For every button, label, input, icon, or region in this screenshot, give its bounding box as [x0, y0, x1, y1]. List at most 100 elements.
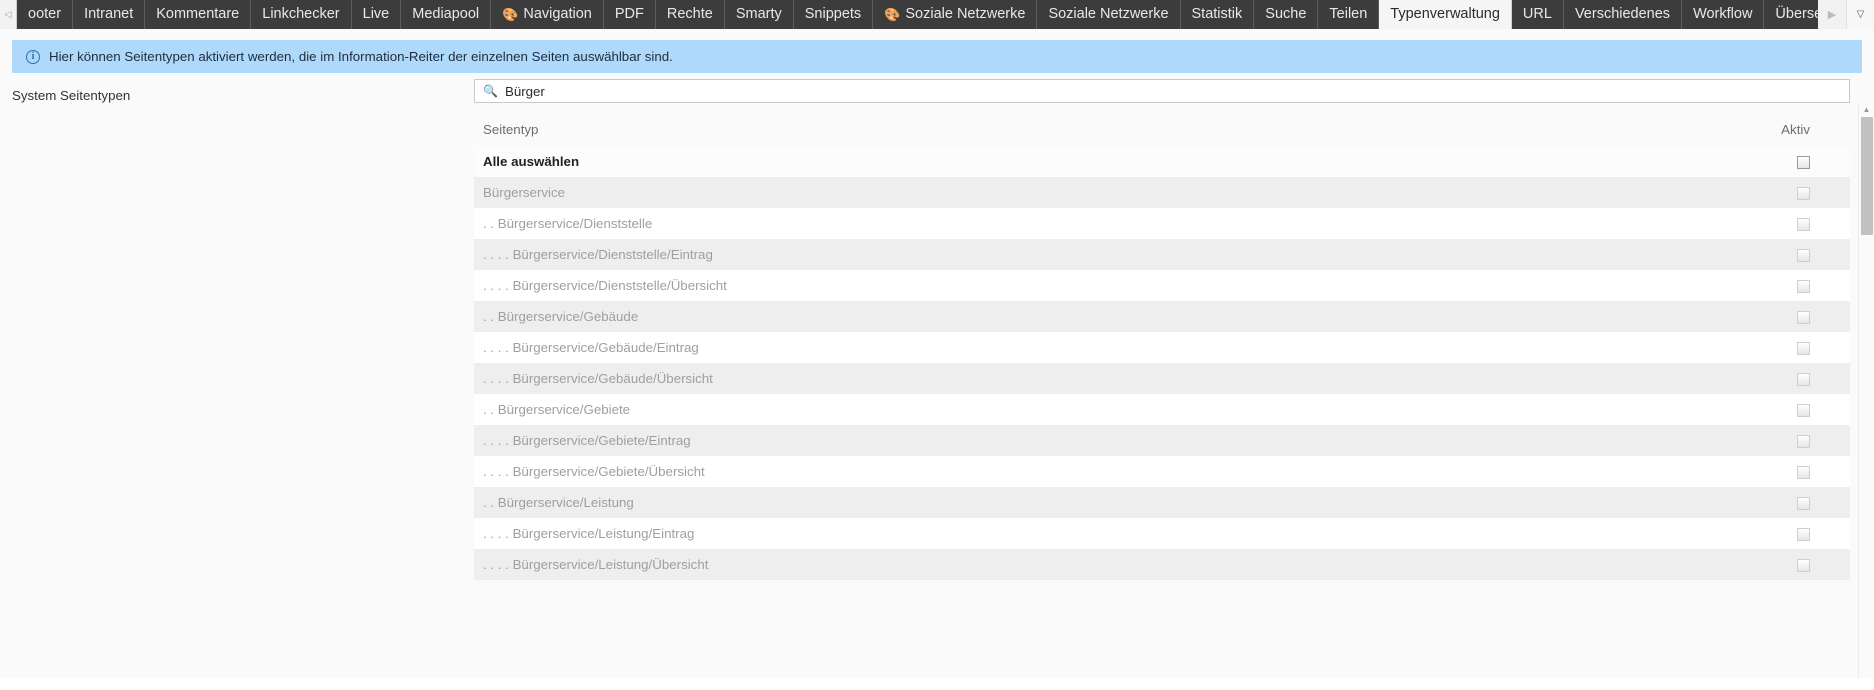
table-row[interactable]: . . Bürgerservice/Dienststelle [474, 208, 1850, 239]
cell-aktiv [1730, 394, 1850, 425]
cell-seitentyp: . . Bürgerservice/Gebiete [474, 394, 1730, 425]
table-row[interactable]: . . Bürgerservice/Gebäude [474, 301, 1850, 332]
table-head: Seitentyp Aktiv [474, 116, 1850, 146]
table-row[interactable]: . . . . Bürgerservice/Leistung/Übersicht [474, 549, 1850, 580]
cell-aktiv [1730, 332, 1850, 363]
tab-label: URL [1522, 6, 1552, 23]
search-input[interactable] [504, 83, 1841, 99]
page-type-label: Bürgerservice/Gebiete/Eintrag [512, 433, 691, 448]
cell-aktiv [1730, 549, 1850, 580]
scrollbar-track[interactable] [1860, 117, 1874, 663]
info-banner-wrapper: i Hier können Seitentypen aktiviert werd… [0, 29, 1874, 73]
table-row[interactable]: . . . . Bürgerservice/Gebiete/Eintrag [474, 425, 1850, 456]
scrollbar-thumb[interactable] [1861, 117, 1873, 235]
tab-scroll-left-button[interactable]: ◁ [0, 0, 17, 29]
vertical-scrollbar[interactable]: ▲ [1858, 102, 1874, 678]
cell-aktiv [1730, 363, 1850, 394]
row-checkbox [1797, 527, 1810, 541]
indent-dots: . . [483, 495, 498, 510]
tab-teilen[interactable]: Teilen [1318, 0, 1380, 29]
table-row[interactable]: . . . . Bürgerservice/Dienststelle/Übers… [474, 270, 1850, 301]
tab-live[interactable]: Live [351, 0, 402, 29]
row-checkbox [1797, 248, 1810, 262]
row-checkbox [1797, 310, 1810, 324]
tab-bar: ◁ ooter Intranet Kommentare Linkchecker Live… [0, 0, 1874, 29]
indent-dots: . . . . [483, 340, 513, 355]
table-row[interactable]: . . Bürgerservice/Gebiete [474, 394, 1850, 425]
tab-bar-tools: ▶ ▽ [1818, 0, 1874, 29]
select-all-label: Alle auswählen [474, 146, 1730, 177]
tab-label: Workflow [1693, 6, 1753, 23]
tab-workflow[interactable]: Workflow [1682, 0, 1765, 29]
tab-label: Statistik [1191, 6, 1243, 23]
row-checkbox [1797, 496, 1810, 510]
tab-rechte[interactable]: Rechte [655, 0, 725, 29]
table-row[interactable]: . . . . Bürgerservice/Gebiete/Übersicht [474, 456, 1850, 487]
cell-seitentyp: . . . . Bürgerservice/Gebäude/Übersicht [474, 363, 1730, 394]
page-type-label: Bürgerservice/Gebäude/Eintrag [512, 340, 699, 355]
indent-dots: . . [483, 216, 498, 231]
tab-suche[interactable]: Suche [1254, 0, 1319, 29]
table-row[interactable]: . . . . Bürgerservice/Dienststelle/Eintr… [474, 239, 1850, 270]
scroll-up-arrow-icon[interactable]: ▲ [1859, 102, 1874, 117]
tab-navigation[interactable]: 🎨 Navigation [491, 0, 604, 29]
cell-aktiv [1730, 177, 1850, 208]
tab-label: Übersetzung [1775, 6, 1818, 23]
page-type-label: Bürgerservice/Dienststelle/Übersicht [512, 278, 727, 293]
table-row[interactable]: . . Bürgerservice/Leistung [474, 487, 1850, 518]
search-box[interactable]: 🔍 [474, 79, 1850, 103]
tab-label: Soziale Netzwerke [1048, 6, 1169, 23]
page-type-label: Bürgerservice/Gebäude/Übersicht [512, 371, 713, 386]
tab-label: ooter [28, 6, 62, 23]
table-row[interactable]: . . . . Bürgerservice/Gebäude/Übersicht [474, 363, 1850, 394]
column-header-aktiv: Aktiv [1730, 116, 1850, 146]
tab-label: Live [362, 6, 390, 23]
tab-linkchecker[interactable]: Linkchecker [251, 0, 352, 29]
cell-seitentyp: . . . . Bürgerservice/Gebiete/Eintrag [474, 425, 1730, 456]
indent-dots: . . . . [483, 526, 513, 541]
tab-mediapool[interactable]: Mediapool [401, 0, 492, 29]
tab-label: PDF [614, 6, 644, 23]
tab-dropdown-button[interactable]: ▽ [1846, 0, 1874, 29]
select-all-checkbox[interactable] [1797, 155, 1810, 169]
info-icon: i [26, 49, 40, 64]
indent-dots: . . . . [483, 433, 513, 448]
tab-kommentare[interactable]: Kommentare [145, 0, 252, 29]
types-pane: 🔍 Seitentyp Aktiv Alle auswählen Bürgerse… [474, 79, 1850, 678]
page-type-label: Bürgerservice/Gebiete/Übersicht [512, 464, 705, 479]
tab-label: Teilen [1329, 6, 1368, 23]
palette-icon: 🎨 [884, 7, 901, 22]
info-banner-text: Hier können Seitentypen aktiviert werden… [49, 49, 673, 64]
tab-scroll-right-button[interactable]: ▶ [1818, 0, 1846, 29]
tab-soziale-netzwerke[interactable]: 🎨 Soziale Netzwerke [873, 0, 1038, 29]
cell-seitentyp: . . Bürgerservice/Dienststelle [474, 208, 1730, 239]
page-type-label: Bürgerservice/Dienststelle/Eintrag [512, 247, 713, 262]
cell-aktiv [1730, 146, 1850, 177]
row-checkbox [1797, 372, 1810, 386]
tab-verschiedenes[interactable]: Verschiedenes [1563, 0, 1683, 29]
cell-aktiv [1730, 301, 1850, 332]
tab-statistik[interactable]: Statistik [1180, 0, 1255, 29]
tab-label: Verschiedenes [1574, 6, 1671, 23]
tab-intranet[interactable]: Intranet [73, 0, 146, 29]
tab-typenverwaltung[interactable]: Typenverwaltung [1379, 0, 1512, 29]
table-row[interactable]: Bürgerservice [474, 177, 1850, 208]
tab-ooter[interactable]: ooter [17, 0, 74, 29]
tab-snippets[interactable]: Snippets [793, 0, 874, 29]
cell-seitentyp: Bürgerservice [474, 177, 1730, 208]
tab-pdf[interactable]: PDF [603, 0, 656, 29]
tab-label: Mediapool [412, 6, 480, 23]
tab-label: Rechte [666, 6, 713, 23]
tab-label: Smarty [735, 6, 782, 23]
cell-seitentyp: . . Bürgerservice/Gebäude [474, 301, 1730, 332]
tab-label: Typenverwaltung [1390, 6, 1500, 23]
tab--bersetzung[interactable]: Übersetzung [1764, 0, 1818, 29]
select-all-row[interactable]: Alle auswählen [474, 146, 1850, 177]
indent-dots: . . . . [483, 247, 513, 262]
tab-soziale-netzwerke[interactable]: Soziale Netzwerke [1037, 0, 1181, 29]
tab-smarty[interactable]: Smarty [724, 0, 794, 29]
table-row[interactable]: . . . . Bürgerservice/Gebäude/Eintrag [474, 332, 1850, 363]
tab-url[interactable]: URL [1511, 0, 1564, 29]
column-header-seitentyp: Seitentyp [474, 116, 1730, 146]
table-row[interactable]: . . . . Bürgerservice/Leistung/Eintrag [474, 518, 1850, 549]
